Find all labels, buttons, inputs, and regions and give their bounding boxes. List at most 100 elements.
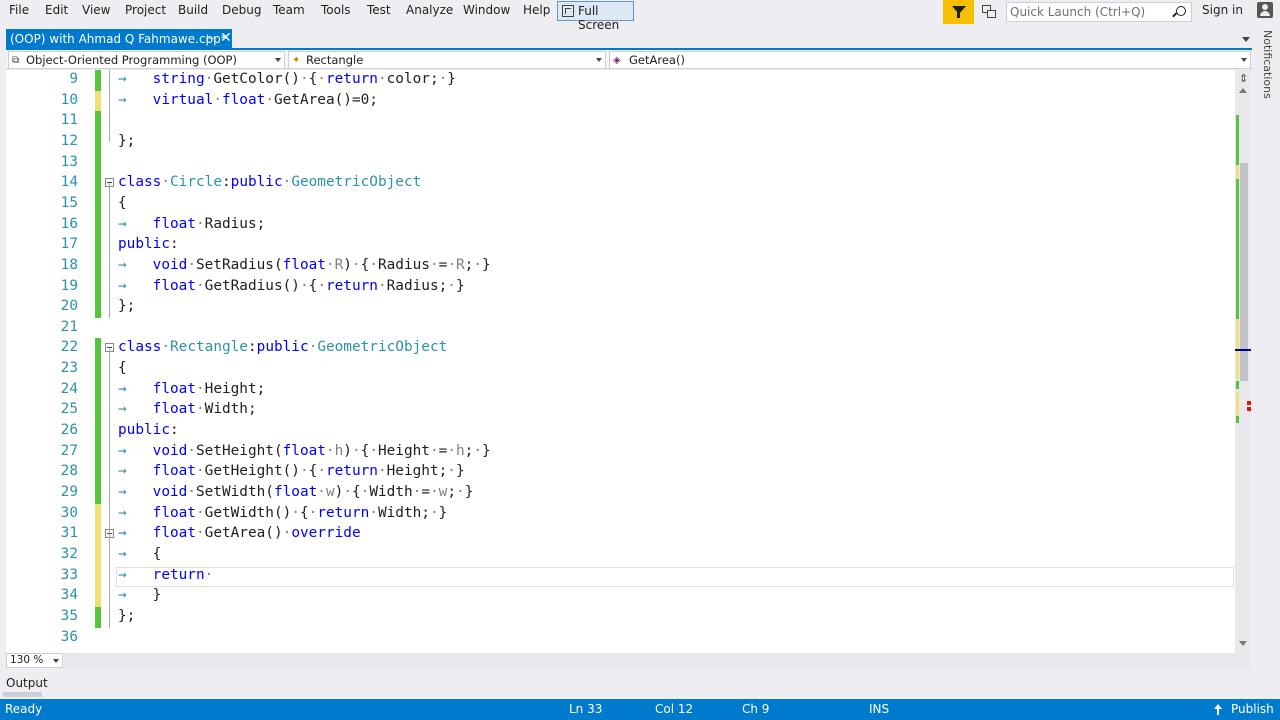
line-number: 35 bbox=[60, 607, 78, 624]
search-icon[interactable] bbox=[1176, 6, 1186, 16]
change-marker bbox=[95, 193, 101, 215]
change-marker bbox=[95, 483, 101, 504]
change-marker bbox=[95, 606, 101, 628]
code-text: → float·Height; bbox=[118, 380, 266, 397]
code-editor[interactable]: 9 → string·GetColor()·{·return·color;·} … bbox=[6, 70, 1251, 653]
menu-analyze[interactable]: Analyze bbox=[406, 3, 453, 17]
code-line: 18 → void·SetRadius(float·R)·{·Radius·=·… bbox=[6, 255, 1238, 277]
code-line: 27 → void·SetHeight(float·h)·{·Height·=·… bbox=[6, 441, 1238, 463]
split-editor-icon[interactable]: ⇕ bbox=[1239, 72, 1248, 85]
code-line: 35 }; bbox=[6, 606, 1238, 628]
notifications-panel-tab[interactable]: Notifications bbox=[1258, 30, 1278, 100]
menu-tools[interactable]: Tools bbox=[321, 3, 351, 17]
code-line: 19 → float·GetRadius()·{·return·Radius;·… bbox=[6, 276, 1238, 298]
line-number: 22 bbox=[60, 339, 78, 356]
menu-debug[interactable]: Debug bbox=[222, 3, 261, 17]
tab-list-dropdown-icon[interactable] bbox=[1242, 37, 1250, 42]
line-number: 23 bbox=[60, 360, 78, 377]
menu-view[interactable]: View bbox=[82, 3, 110, 17]
feedback-icon[interactable] bbox=[982, 5, 996, 18]
tab-strip-divider bbox=[6, 48, 1252, 50]
full-screen-button[interactable]: Full Screen bbox=[557, 1, 634, 32]
code-text: → { bbox=[118, 545, 162, 562]
zoom-dropdown[interactable]: 130 % bbox=[6, 653, 63, 668]
line-number: 33 bbox=[60, 566, 78, 583]
chevron-down-icon bbox=[53, 659, 59, 663]
code-line: 26 public: bbox=[6, 421, 1238, 443]
menu-test[interactable]: Test bbox=[367, 3, 391, 17]
scroll-up-arrow[interactable] bbox=[1239, 88, 1247, 93]
line-number: 24 bbox=[60, 380, 78, 397]
menu-window[interactable]: Window bbox=[463, 3, 510, 17]
menu-file[interactable]: File bbox=[9, 3, 29, 17]
code-text: public: bbox=[118, 236, 179, 253]
change-marker bbox=[95, 400, 101, 422]
close-icon[interactable]: ✕ bbox=[220, 30, 232, 46]
code-line: 13 bbox=[6, 152, 1238, 174]
scrollbar-change-mark bbox=[1236, 165, 1239, 179]
code-line: 9 → string·GetColor()·{·return·color;·} bbox=[6, 70, 1238, 91]
menu-help[interactable]: Help bbox=[523, 3, 550, 17]
account-icon[interactable] bbox=[1257, 2, 1273, 18]
change-marker bbox=[95, 421, 101, 443]
vertical-scrollbar[interactable]: ⇕ bbox=[1235, 70, 1251, 653]
project-dropdown[interactable]: ⧉ Object-Oriented Programming (OOP) bbox=[8, 51, 285, 69]
scope-dropdown[interactable]: ✦ Rectangle bbox=[288, 51, 606, 69]
output-panel-tab[interactable]: Output bbox=[6, 676, 48, 690]
document-tab[interactable]: (OOP) with Ahmad Q Fahmawe.cpp* ⊢ ✕ bbox=[6, 29, 232, 49]
line-number: 10 bbox=[60, 91, 78, 108]
scroll-down-arrow[interactable] bbox=[1239, 641, 1247, 646]
code-line-current: 33 → return· bbox=[6, 565, 1238, 587]
scope-dropdown-label: Rectangle bbox=[306, 53, 364, 67]
code-line: 23 { bbox=[6, 359, 1238, 381]
code-text: → float·GetArea()·override bbox=[118, 525, 361, 542]
line-number: 17 bbox=[60, 236, 78, 253]
scrollbar-change-mark bbox=[1236, 115, 1239, 165]
code-line: 12 }; bbox=[6, 131, 1238, 153]
member-dropdown[interactable]: ◈ GetArea() bbox=[609, 51, 1251, 69]
menu-build[interactable]: Build bbox=[178, 3, 208, 17]
scrollbar-change-mark bbox=[1236, 392, 1239, 416]
line-number: 12 bbox=[60, 132, 78, 149]
line-number: 14 bbox=[60, 174, 78, 191]
change-marker bbox=[95, 131, 101, 153]
notifications-label: Notifications bbox=[1261, 30, 1274, 99]
code-line: 24 → float·Height; bbox=[6, 379, 1238, 401]
line-number: 19 bbox=[60, 277, 78, 294]
change-marker bbox=[95, 111, 101, 133]
method-icon: ◈ bbox=[613, 55, 621, 66]
scrollbar-change-mark bbox=[1236, 179, 1239, 319]
code-line: 10 → virtual·float·GetArea()=0; bbox=[6, 90, 1238, 112]
code-line: 21 bbox=[6, 318, 1238, 339]
quick-launch-input[interactable] bbox=[1010, 4, 1170, 20]
chevron-down-icon bbox=[1241, 58, 1247, 62]
code-text: → return· bbox=[118, 566, 214, 583]
publish-button[interactable]: Publish bbox=[1231, 702, 1274, 716]
change-marker bbox=[95, 524, 101, 546]
change-marker bbox=[95, 379, 101, 401]
filter-button[interactable] bbox=[943, 0, 974, 24]
pin-icon[interactable]: ⊢ bbox=[206, 32, 216, 45]
code-line: 34 → } bbox=[6, 586, 1238, 608]
code-line: 22 class·Rectangle:public·GeometricObjec… bbox=[6, 338, 1238, 360]
menu-edit[interactable]: Edit bbox=[45, 3, 68, 17]
line-number: 31 bbox=[60, 525, 78, 542]
line-number: 11 bbox=[60, 112, 78, 129]
line-number: 25 bbox=[60, 401, 78, 418]
code-line: 16 → float·Radius; bbox=[6, 214, 1238, 236]
code-line: 31 → float·GetArea()·override bbox=[6, 524, 1238, 546]
menu-project[interactable]: Project bbox=[125, 3, 166, 17]
menu-team[interactable]: Team bbox=[273, 3, 305, 17]
status-char: Ch 9 bbox=[742, 702, 770, 716]
chevron-down-icon bbox=[275, 58, 281, 62]
horizontal-scrollbar[interactable] bbox=[64, 653, 1251, 669]
sign-in-link[interactable]: Sign in bbox=[1202, 3, 1243, 17]
line-number: 18 bbox=[60, 256, 78, 273]
code-line: 14 class·Circle:public·GeometricObject bbox=[6, 173, 1238, 195]
code-text: → float·GetWidth()·{·return·Width;·} bbox=[118, 504, 448, 521]
code-text: public: bbox=[118, 422, 179, 439]
change-marker bbox=[95, 276, 101, 298]
line-number: 36 bbox=[60, 628, 78, 645]
code-line: 29 → void·SetWidth(float·w)·{·Width·=·w;… bbox=[6, 483, 1238, 504]
code-text: class·Rectangle:public·GeometricObject bbox=[118, 339, 448, 356]
